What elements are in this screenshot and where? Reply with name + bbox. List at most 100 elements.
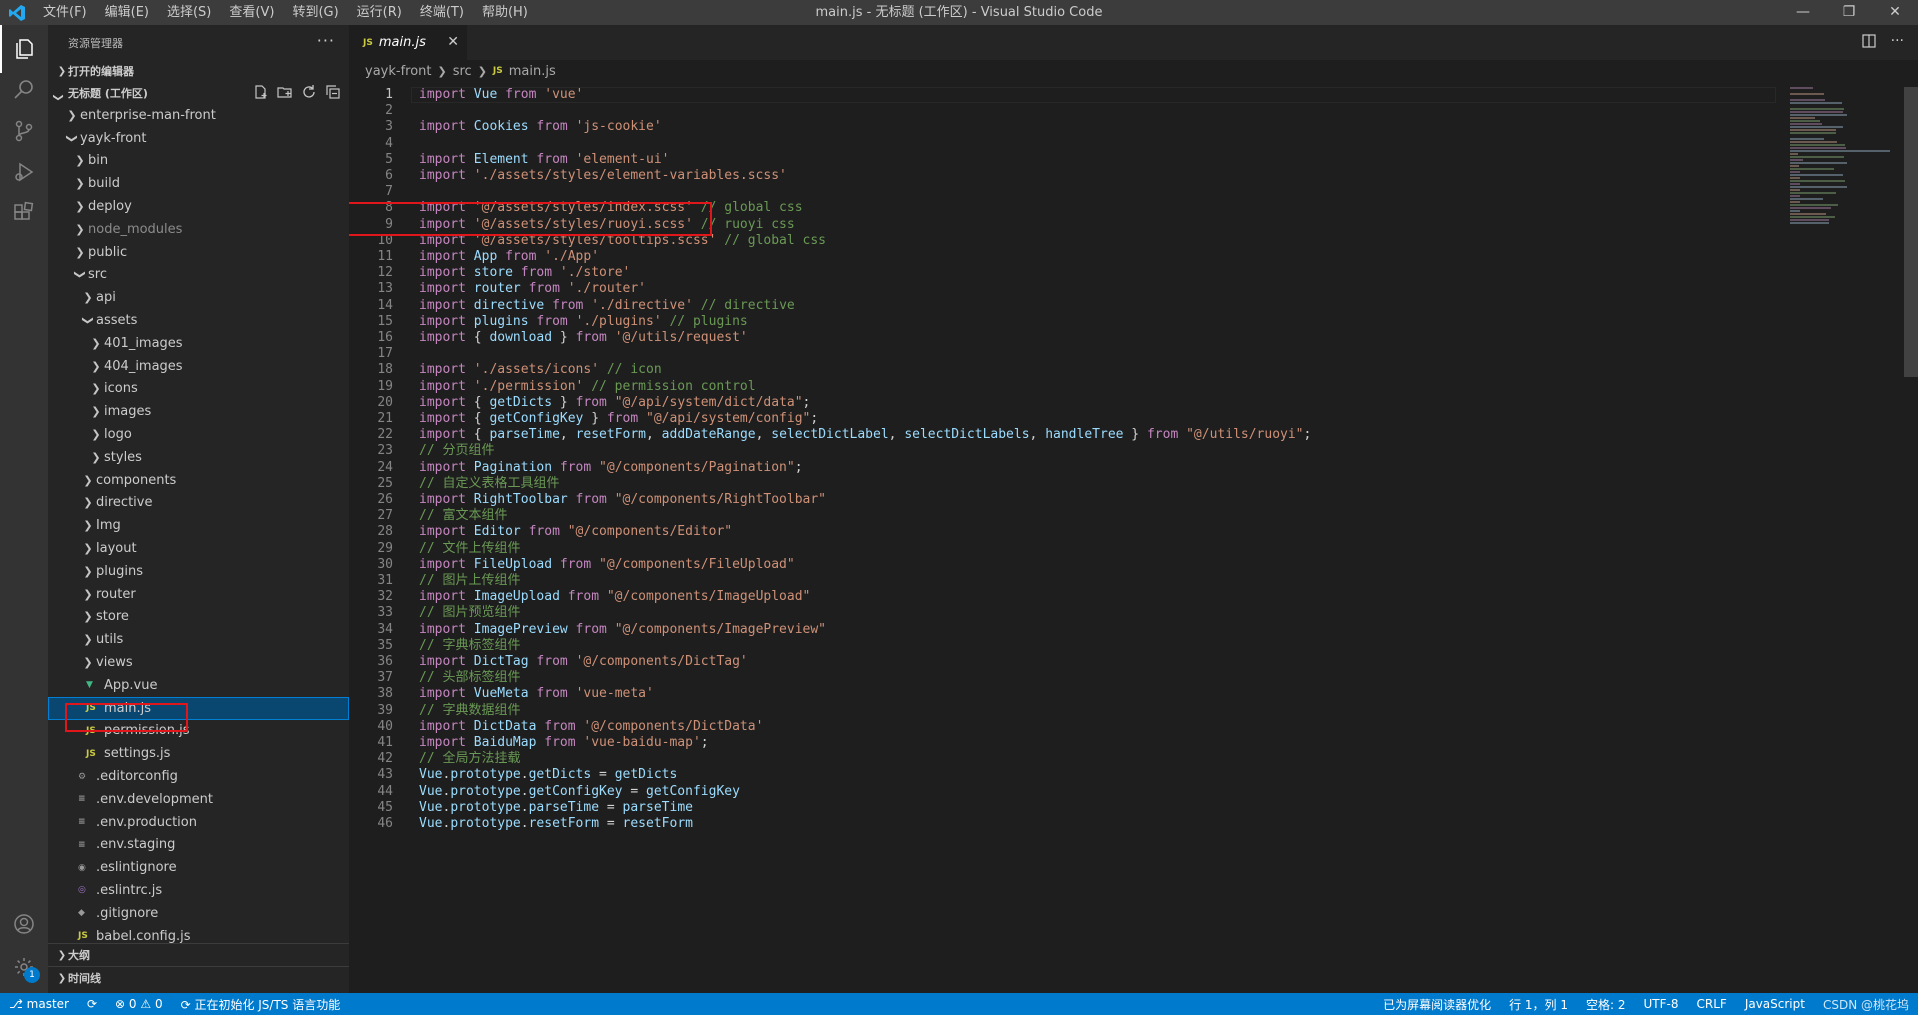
- code-line[interactable]: import RightToolbar from "@/components/R…: [419, 492, 826, 508]
- tree-folder[interactable]: ❯ styles: [48, 446, 349, 469]
- maximize-button[interactable]: ❐: [1826, 0, 1872, 25]
- code-line[interactable]: // 头部标签组件: [419, 670, 520, 686]
- new-file-icon[interactable]: [253, 84, 269, 100]
- code-line[interactable]: import plugins from './plugins' // plugi…: [419, 314, 748, 330]
- code-line[interactable]: import { download } from '@/utils/reques…: [419, 330, 748, 346]
- line-ending[interactable]: CRLF: [1688, 997, 1736, 1011]
- code-line[interactable]: import FileUpload from "@/components/Fil…: [419, 557, 795, 573]
- code-line[interactable]: import DictTag from '@/components/DictTa…: [419, 654, 748, 670]
- tree-folder[interactable]: ❯ enterprise-man-front: [48, 104, 349, 127]
- code-line[interactable]: import VueMeta from 'vue-meta': [419, 686, 654, 702]
- tree-file[interactable]: ◎ .eslintrc.js: [48, 879, 349, 902]
- tree-folder[interactable]: ❯ src: [48, 264, 349, 287]
- code-editor[interactable]: 1 import Vue from 'vue' 2 3 import Cookies f…: [349, 87, 1918, 993]
- menu-item[interactable]: 转到(G): [283, 0, 347, 25]
- code-line[interactable]: import directive from './directive' // d…: [419, 298, 795, 314]
- manage-gear-icon[interactable]: 1: [0, 943, 48, 991]
- tab-main-js[interactable]: JS main.js ✕: [349, 25, 467, 60]
- menu-item[interactable]: 查看(V): [220, 0, 283, 25]
- tree-folder[interactable]: ❯ views: [48, 651, 349, 674]
- cursor-position[interactable]: 行 1，列 1: [1500, 996, 1577, 1013]
- timeline-section[interactable]: ❯ 时间线: [48, 967, 349, 989]
- code-line[interactable]: import App from './App': [419, 249, 599, 265]
- collapse-all-icon[interactable]: [325, 84, 341, 100]
- code-line[interactable]: // 分页组件: [419, 443, 494, 459]
- menu-item[interactable]: 文件(F): [34, 0, 96, 25]
- code-line[interactable]: import store from './store': [419, 265, 630, 281]
- menu-item[interactable]: 运行(R): [348, 0, 411, 25]
- workspace-section[interactable]: ❯ 无标题 (工作区): [48, 82, 349, 104]
- code-line[interactable]: Vue.prototype.getConfigKey = getConfigKe…: [419, 784, 740, 800]
- code-line[interactable]: import router from './router': [419, 281, 646, 297]
- code-line[interactable]: import Editor from "@/components/Editor": [419, 524, 732, 540]
- code-line[interactable]: // 字典数据组件: [419, 703, 520, 719]
- tree-folder[interactable]: ❯ icons: [48, 378, 349, 401]
- code-line[interactable]: // 图片上传组件: [419, 573, 520, 589]
- tree-file[interactable]: JS settings.js: [48, 742, 349, 765]
- tree-folder[interactable]: ❯ yayk-front: [48, 127, 349, 150]
- refresh-icon[interactable]: [301, 84, 317, 100]
- extensions-icon[interactable]: [0, 189, 48, 237]
- code-line[interactable]: import './assets/icons' // icon: [419, 362, 662, 378]
- code-line[interactable]: import './permission' // permission cont…: [419, 379, 756, 395]
- breadcrumb-item[interactable]: yayk-front: [365, 64, 432, 79]
- tree-folder[interactable]: ❯ deploy: [48, 195, 349, 218]
- tree-folder[interactable]: ❯ router: [48, 583, 349, 606]
- split-editor-icon[interactable]: [1861, 33, 1877, 49]
- tree-folder[interactable]: ❯ utils: [48, 628, 349, 651]
- tree-file[interactable]: ◆ .gitignore: [48, 902, 349, 925]
- minimize-button[interactable]: —: [1780, 0, 1826, 25]
- code-line[interactable]: import ImageUpload from "@/components/Im…: [419, 589, 810, 605]
- tree-folder[interactable]: ❯ plugins: [48, 560, 349, 583]
- tree-folder[interactable]: ❯ 401_images: [48, 332, 349, 355]
- tree-folder[interactable]: ❯ store: [48, 606, 349, 629]
- more-actions-icon[interactable]: ···: [1891, 33, 1904, 49]
- breadcrumb-item[interactable]: src: [453, 64, 472, 79]
- code-line[interactable]: // 文件上传组件: [419, 541, 520, 557]
- menu-item[interactable]: 帮助(H): [473, 0, 537, 25]
- code-line[interactable]: import { parseTime, resetForm, addDateRa…: [419, 427, 1311, 443]
- tree-file[interactable]: ⚙ .editorconfig: [48, 765, 349, 788]
- menu-item[interactable]: 编辑(E): [96, 0, 158, 25]
- menu-item[interactable]: 终端(T): [411, 0, 473, 25]
- close-tab-icon[interactable]: ✕: [447, 34, 459, 50]
- code-line[interactable]: import DictData from '@/components/DictD…: [419, 719, 763, 735]
- tree-folder[interactable]: ❯ logo: [48, 423, 349, 446]
- account-icon[interactable]: [0, 900, 48, 948]
- open-editors-section[interactable]: ❯ 打开的编辑器: [48, 60, 349, 82]
- sync-icon[interactable]: ⟳: [78, 997, 106, 1011]
- menu-item[interactable]: 选择(S): [158, 0, 220, 25]
- tree-folder[interactable]: ❯ build: [48, 172, 349, 195]
- git-branch[interactable]: ⎇ master: [0, 997, 78, 1011]
- screen-reader-status[interactable]: 已为屏幕阅读器优化: [1374, 996, 1500, 1013]
- tree-file[interactable]: ≡ .env.production: [48, 811, 349, 834]
- tree-file[interactable]: ◉ .eslintignore: [48, 856, 349, 879]
- tree-file[interactable]: ≡ .env.development: [48, 788, 349, 811]
- vertical-scrollbar[interactable]: [1904, 87, 1918, 377]
- new-folder-icon[interactable]: [277, 84, 293, 100]
- code-line[interactable]: // 图片预览组件: [419, 605, 520, 621]
- tree-folder[interactable]: ❯ components: [48, 469, 349, 492]
- tree-folder[interactable]: ❯ layout: [48, 537, 349, 560]
- code-line[interactable]: import './assets/styles/element-variable…: [419, 168, 787, 184]
- code-line[interactable]: import Pagination from "@/components/Pag…: [419, 460, 803, 476]
- code-line[interactable]: // 字典标签组件: [419, 638, 520, 654]
- more-actions-icon[interactable]: ···: [317, 31, 335, 50]
- code-line[interactable]: // 自定义表格工具组件: [419, 476, 559, 492]
- problems-indicator[interactable]: ⊗ 0 ⚠ 0: [106, 997, 172, 1011]
- code-line[interactable]: Vue.prototype.parseTime = parseTime: [419, 800, 693, 816]
- close-window-button[interactable]: ✕: [1872, 0, 1918, 25]
- code-line[interactable]: // 全局方法挂载: [419, 751, 520, 767]
- breadcrumb-item[interactable]: main.js: [509, 64, 556, 79]
- tree-folder[interactable]: ❯ public: [48, 241, 349, 264]
- code-line[interactable]: import Element from 'element-ui': [419, 152, 669, 168]
- tree-file[interactable]: ▼ App.vue: [48, 674, 349, 697]
- code-line[interactable]: Vue.prototype.getDicts = getDicts: [419, 767, 677, 783]
- tree-folder[interactable]: ❯ node_modules: [48, 218, 349, 241]
- code-line[interactable]: import BaiduMap from 'vue-baidu-map';: [419, 735, 709, 751]
- code-line[interactable]: // 富文本组件: [419, 508, 507, 524]
- code-line[interactable]: Vue.prototype.resetForm = resetForm: [419, 816, 693, 832]
- outline-section[interactable]: ❯ 大纲: [48, 944, 349, 966]
- tree-folder[interactable]: ❯ bin: [48, 150, 349, 173]
- code-line[interactable]: import { getConfigKey } from "@/api/syst…: [419, 411, 818, 427]
